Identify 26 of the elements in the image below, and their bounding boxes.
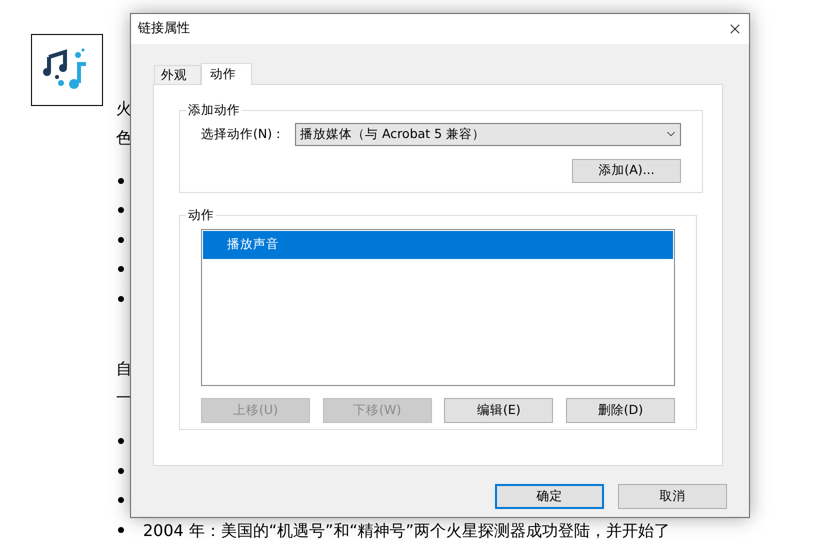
dialog-button[interactable]: 添加(A)... bbox=[572, 158, 681, 183]
list-item[interactable]: 播放声音 bbox=[203, 230, 673, 259]
bullet-icon bbox=[118, 207, 124, 213]
dialog-button[interactable]: 删除(D) bbox=[566, 398, 675, 423]
window-title: 链接属性 bbox=[138, 20, 190, 38]
paragraph-text: 自 bbox=[116, 358, 132, 380]
list-item-text: 2004 年：美国的“机遇号”和“精神号”两个火星探测器成功登陆，并开始了 bbox=[143, 522, 670, 538]
bullet-icon bbox=[118, 468, 124, 474]
tab[interactable]: 动作 bbox=[201, 63, 252, 85]
bullet-icon bbox=[118, 296, 124, 302]
paragraph-text: 色 bbox=[116, 126, 132, 148]
bullet-icon bbox=[118, 178, 124, 184]
paragraph-text: 火 bbox=[116, 98, 132, 120]
bullet-icon bbox=[118, 236, 124, 242]
dialog-button[interactable]: 确定 bbox=[495, 484, 604, 509]
bullet-icon bbox=[118, 526, 124, 532]
bullet-icon bbox=[118, 438, 124, 444]
group-legend: 动作 bbox=[186, 206, 216, 225]
bullet-icon bbox=[118, 266, 124, 272]
dialog-button[interactable]: 编辑(E) bbox=[444, 398, 554, 423]
group-legend: 添加动作 bbox=[186, 101, 242, 120]
dialog-button[interactable]: 取消 bbox=[618, 484, 727, 509]
bullet-icon bbox=[118, 497, 124, 503]
field-label: 选择动作(N)： bbox=[201, 124, 286, 143]
action-dropdown[interactable]: 播放媒体（与 Acrobat 5 兼容） bbox=[295, 122, 681, 146]
tab[interactable]: 外观 bbox=[154, 65, 201, 84]
